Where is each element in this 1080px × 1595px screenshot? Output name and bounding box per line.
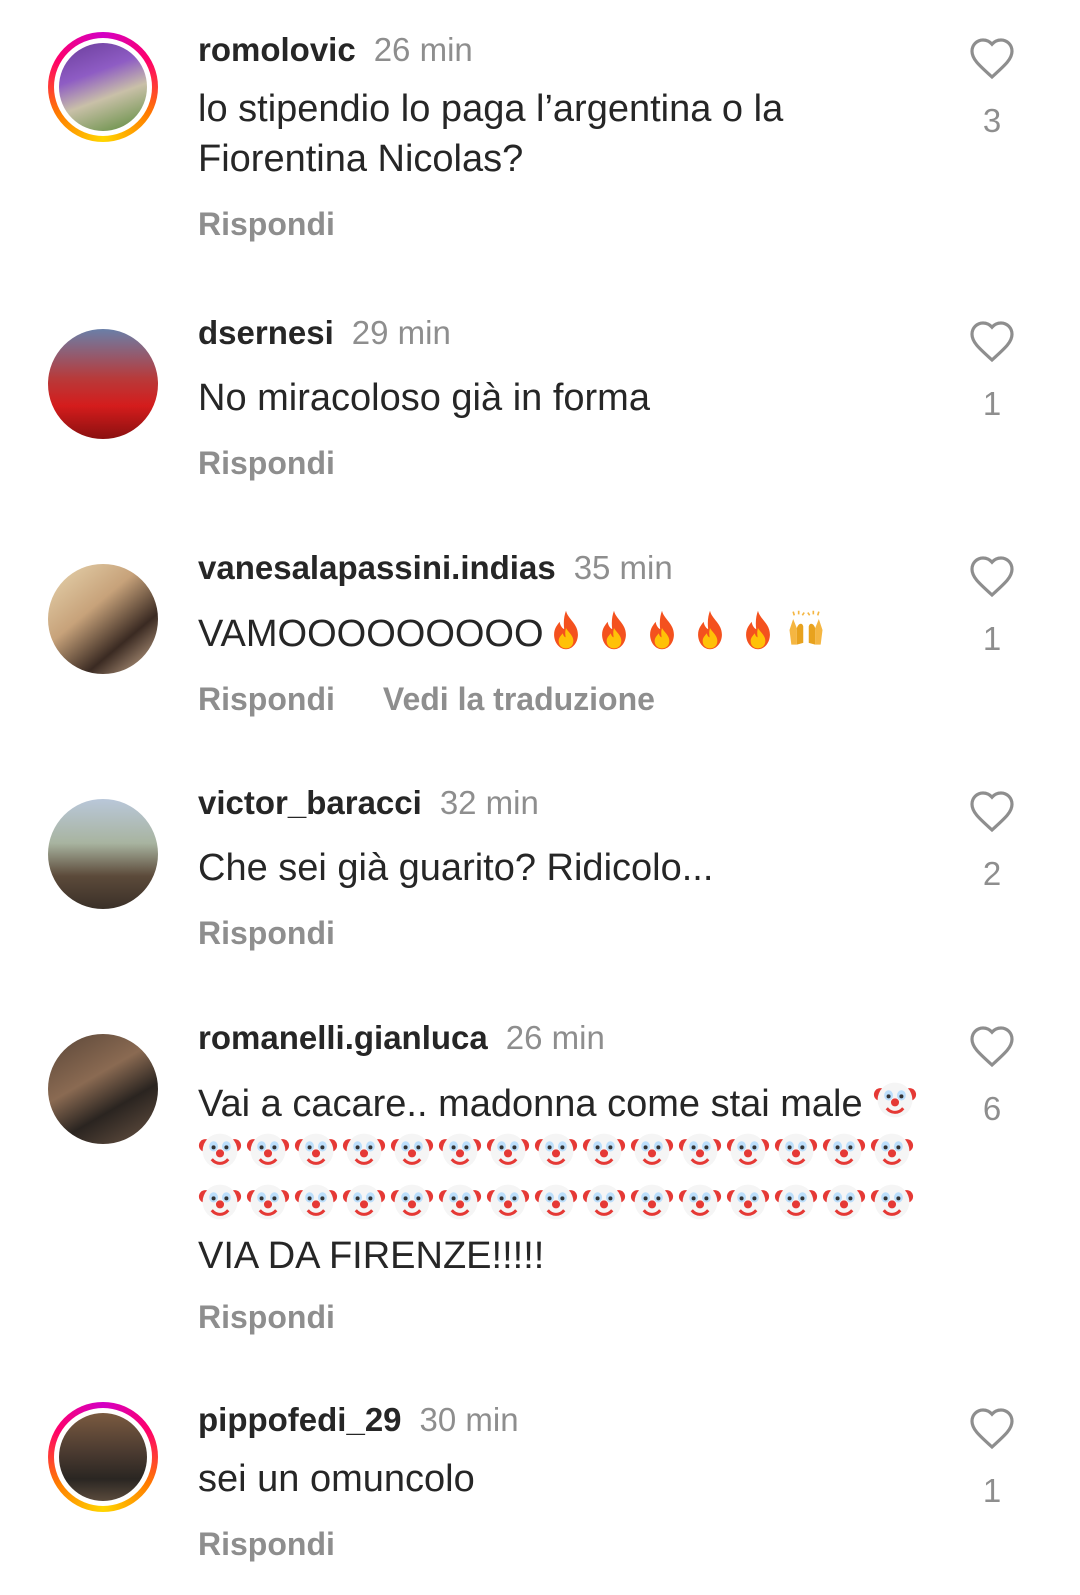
like-count: 1 xyxy=(982,385,1002,422)
clown-emoji-icon xyxy=(822,1180,866,1224)
username[interactable]: dsernesi xyxy=(198,314,334,351)
comment-text: lo stipendio lo paga l’argentina o la Fi… xyxy=(198,88,784,180)
reply-button[interactable]: Rispondi xyxy=(198,206,335,242)
heart-icon[interactable] xyxy=(968,36,1016,80)
username[interactable]: romolovic xyxy=(198,31,356,68)
heart-icon[interactable] xyxy=(968,554,1016,598)
heart-icon[interactable] xyxy=(968,1406,1016,1450)
clown-emoji-icon xyxy=(774,1129,818,1173)
clown-emoji-icon xyxy=(198,1180,242,1224)
clown-emoji-icon xyxy=(870,1180,914,1224)
fire-emoji-icon xyxy=(544,608,588,652)
comment-text: sei un omuncolo xyxy=(198,1458,475,1500)
clown-emoji-icon xyxy=(630,1180,674,1224)
clown-emoji-icon xyxy=(438,1129,482,1173)
clown-emoji-icon xyxy=(342,1180,386,1224)
timestamp: 29 min xyxy=(351,314,451,351)
like-count: 1 xyxy=(982,620,1002,657)
clown-emoji-icon xyxy=(390,1129,434,1173)
clown-emoji-icon xyxy=(294,1129,338,1173)
username[interactable]: vanesalapassini.indias xyxy=(198,549,556,586)
fire-emoji-icon xyxy=(736,608,780,652)
clown-emoji-icon xyxy=(822,1129,866,1173)
username[interactable]: romanelli.gianluca xyxy=(198,1019,488,1056)
heart-icon[interactable] xyxy=(968,319,1016,363)
clown-emoji-icon xyxy=(678,1180,722,1224)
reply-button[interactable]: Rispondi xyxy=(198,445,335,481)
clown-emoji-icon xyxy=(582,1180,626,1224)
clown-emoji-icon xyxy=(246,1180,290,1224)
comment-text: VAMOOOOOOOOO xyxy=(198,608,960,659)
comment-text: No miracoloso già in forma xyxy=(198,377,650,419)
heart-icon[interactable] xyxy=(968,789,1016,833)
heart-icon[interactable] xyxy=(968,1024,1016,1068)
avatar[interactable] xyxy=(48,1402,158,1512)
avatar[interactable] xyxy=(48,329,158,439)
avatar[interactable] xyxy=(48,1034,158,1144)
fire-emoji-icon xyxy=(592,608,636,652)
username[interactable]: pippofedi_29 xyxy=(198,1401,402,1438)
timestamp: 32 min xyxy=(439,784,539,821)
clown-emoji-icon xyxy=(246,1129,290,1173)
clown-emoji-icon xyxy=(582,1129,626,1173)
clown-emoji-icon xyxy=(198,1129,242,1173)
clown-emoji-icon xyxy=(534,1129,578,1173)
reply-button[interactable]: Rispondi xyxy=(198,1299,335,1335)
comment-text: Che sei già guarito? Ridicolo... xyxy=(198,847,714,889)
clown-emoji-icon xyxy=(870,1129,914,1173)
fire-emoji-icon xyxy=(640,608,684,652)
fire-emoji-icon xyxy=(688,608,732,652)
reply-button[interactable]: Rispondi xyxy=(198,915,335,951)
reply-button[interactable]: Rispondi xyxy=(198,1526,335,1562)
clown-emoji-icon xyxy=(678,1129,722,1173)
avatar[interactable] xyxy=(48,564,158,674)
like-count: 1 xyxy=(982,1472,1002,1509)
reply-button[interactable]: Rispondi xyxy=(198,681,335,717)
comment-text: Vai a cacare.. madonna come stai male VI… xyxy=(198,1078,930,1281)
avatar[interactable] xyxy=(48,799,158,909)
timestamp: 26 min xyxy=(505,1019,605,1056)
clown-emoji-icon xyxy=(486,1180,530,1224)
clown-emoji-icon xyxy=(486,1129,530,1173)
clown-emoji-icon xyxy=(294,1180,338,1224)
clown-emoji-icon xyxy=(342,1129,386,1173)
username[interactable]: victor_baracci xyxy=(198,784,422,821)
clown-emoji-icon xyxy=(726,1180,770,1224)
avatar[interactable] xyxy=(48,32,158,142)
timestamp: 26 min xyxy=(373,31,473,68)
clown-emoji-icon xyxy=(726,1129,770,1173)
see-translation-link[interactable]: Vedi la traduzione xyxy=(383,681,655,717)
clown-emoji-icon xyxy=(774,1180,818,1224)
raising-hands-emoji-icon xyxy=(784,608,828,652)
clown-emoji-icon xyxy=(438,1180,482,1224)
timestamp: 35 min xyxy=(573,549,673,586)
clown-emoji-icon xyxy=(390,1180,434,1224)
timestamp: 30 min xyxy=(419,1401,519,1438)
clown-emoji-icon xyxy=(630,1129,674,1173)
like-count: 3 xyxy=(982,102,1002,139)
clown-emoji-icon xyxy=(873,1078,917,1122)
like-count: 2 xyxy=(982,855,1002,892)
clown-emoji-icon xyxy=(534,1180,578,1224)
like-count: 6 xyxy=(982,1090,1002,1127)
